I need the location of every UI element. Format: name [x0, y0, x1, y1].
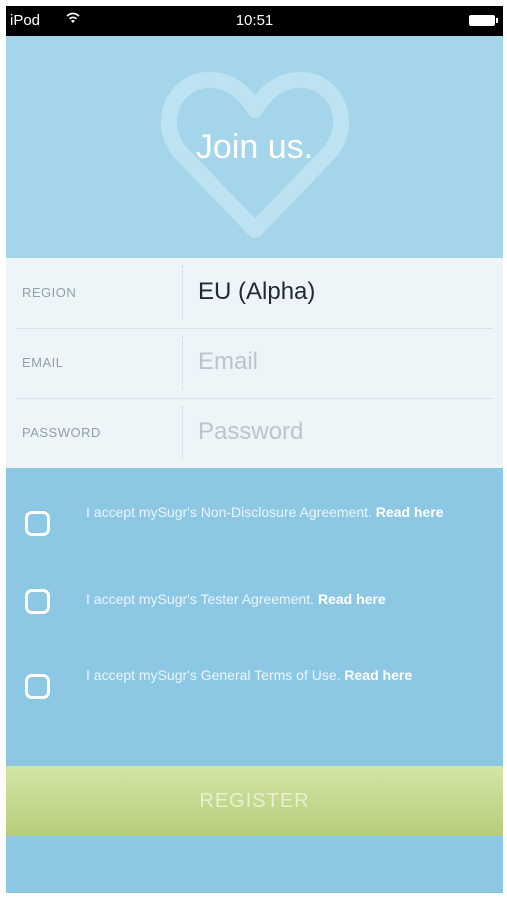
row-divider [182, 406, 183, 460]
password-label: PASSWORD [22, 425, 101, 440]
battery-icon [469, 15, 498, 26]
page-title: Join us. [195, 128, 314, 166]
terms-label: I accept mySugr's General Terms of Use. [86, 667, 341, 683]
register-button[interactable]: REGISTER [6, 766, 503, 836]
nda-read-here-link[interactable]: Read here [376, 504, 444, 520]
password-field[interactable] [198, 412, 488, 452]
tester-label: I accept mySugr's Tester Agreement. [86, 591, 315, 607]
nda-label: I accept mySugr's Non-Disclosure Agreeme… [86, 504, 372, 520]
tester-checkbox[interactable] [25, 589, 50, 614]
status-bar: iPod 10:51 [6, 6, 503, 36]
registration-form: REGION EU (Alpha) EMAIL PASSWORD [6, 258, 503, 468]
terms-read-here-link[interactable]: Read here [344, 667, 412, 683]
tester-read-here-link[interactable]: Read here [318, 591, 386, 607]
email-row: EMAIL [6, 328, 503, 398]
nda-checkbox[interactable] [25, 511, 50, 536]
header-banner: Join us. [6, 36, 503, 258]
terms-text: I accept mySugr's General Terms of Use. … [86, 664, 486, 686]
tester-text: I accept mySugr's Tester Agreement. Read… [86, 588, 486, 610]
app-screen: iPod 10:51 Join us. REGION EU (Alpha) EM… [6, 6, 503, 893]
email-field[interactable] [198, 342, 488, 382]
terms-checkbox[interactable] [25, 674, 50, 699]
email-label: EMAIL [22, 355, 64, 370]
row-divider [182, 266, 183, 320]
nda-text: I accept mySugr's Non-Disclosure Agreeme… [86, 501, 486, 523]
password-row: PASSWORD [6, 398, 503, 468]
row-divider [182, 336, 183, 390]
region-label: REGION [22, 285, 77, 300]
clock: 10:51 [235, 12, 274, 29]
region-selector[interactable]: EU (Alpha) [198, 278, 315, 306]
region-row[interactable]: REGION EU (Alpha) [6, 258, 503, 328]
